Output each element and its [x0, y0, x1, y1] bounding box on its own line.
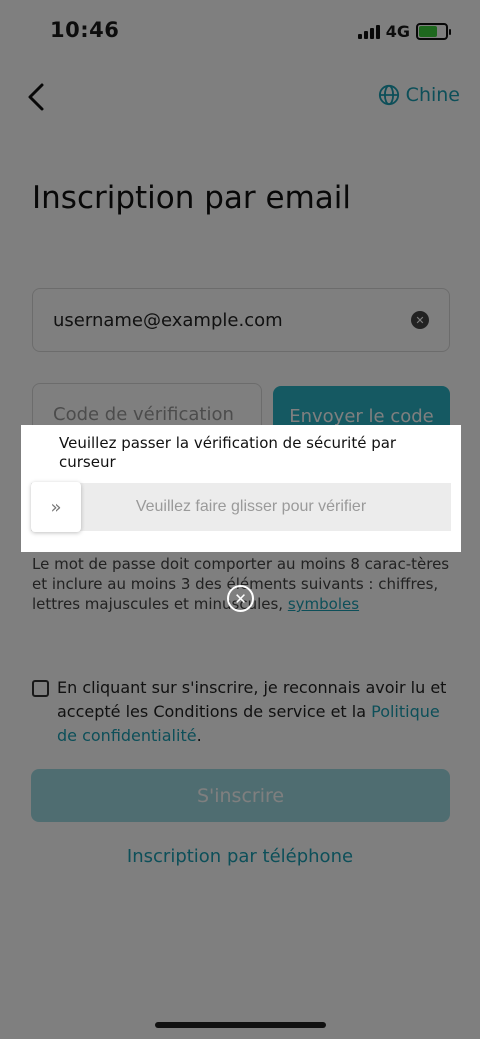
slider-instruction: Veuillez faire glisser pour vérifier	[135, 498, 367, 515]
captcha-title: Veuillez passer la vérification de sécur…	[59, 434, 397, 471]
slider-handle[interactable]: »	[31, 482, 81, 532]
close-icon: ✕	[234, 589, 247, 608]
slider-track: Veuillez faire glisser pour vérifier »	[31, 482, 451, 532]
double-chevron-right-icon: »	[50, 496, 62, 518]
slider-captcha-dialog: Veuillez passer la vérification de sécur…	[21, 425, 461, 552]
close-captcha-button[interactable]: ✕	[227, 585, 254, 612]
home-indicator	[155, 1022, 326, 1028]
